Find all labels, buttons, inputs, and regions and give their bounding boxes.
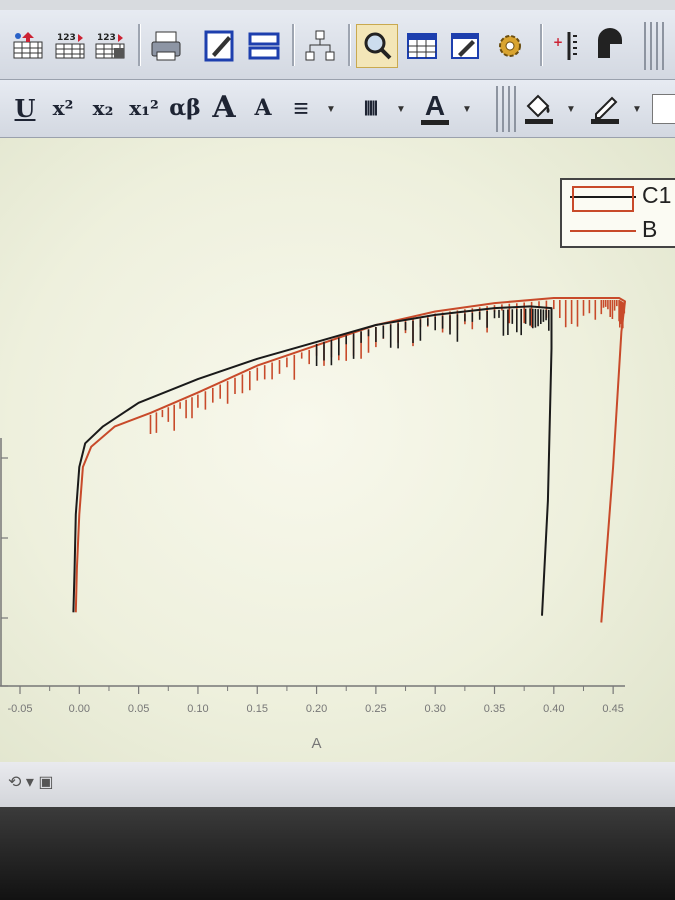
legend-label-b: B — [642, 216, 658, 242]
greek-button[interactable]: αβ — [166, 92, 204, 124]
x-tick-label: 0.45 — [602, 703, 623, 715]
legend-label-c1: C1 — [642, 182, 672, 208]
font-color-swatch — [421, 119, 449, 125]
font-size-box[interactable] — [652, 94, 675, 124]
edit-script-icon[interactable] — [200, 26, 240, 66]
toolbar-grip[interactable] — [508, 86, 516, 132]
toolbar-grip[interactable] — [496, 86, 504, 132]
format-toolbar: U x² x₂ x₁² αβ A A ≡ ▼ ||||| ▼ A ▼ ▼ ▼ — [0, 80, 675, 138]
layout-icon[interactable] — [244, 26, 284, 66]
fill-color-dropdown-icon[interactable]: ▼ — [566, 104, 576, 115]
series-noise-b — [149, 300, 626, 434]
legend-entry-b: B — [562, 214, 675, 244]
print-icon[interactable] — [146, 26, 186, 66]
pointer-tool-icon[interactable]: ⟲ ▾ ▣ — [8, 772, 53, 792]
new-object-icon[interactable] — [590, 26, 630, 66]
toolbar-separator — [138, 24, 141, 66]
import-multiple-ascii-icon[interactable]: 123 — [52, 28, 90, 64]
fill-color-icon[interactable] — [520, 88, 558, 128]
font-color-letter: A — [424, 89, 446, 121]
menu-bar — [0, 0, 675, 10]
x-tick-label: 0.35 — [484, 703, 505, 715]
series-noise-c1 — [315, 308, 550, 366]
font-color-dropdown-icon[interactable]: ▼ — [462, 104, 472, 115]
toolbar-grip[interactable] — [644, 22, 652, 70]
project-explorer-icon[interactable] — [300, 26, 340, 66]
toolbar-grip[interactable] — [656, 22, 664, 70]
graph-window[interactable]: -0.05 0.00 0.05 0.10 0.15 0.20 0.25 0.30 0.35 0.4… — [0, 138, 675, 780]
line-width-button[interactable]: ||||| — [350, 92, 390, 124]
series-line-c1[interactable] — [72, 305, 553, 616]
notes-icon[interactable] — [446, 26, 486, 66]
legend-swatch-b — [570, 230, 636, 232]
import-wizard-icon[interactable]: 123 — [92, 28, 130, 64]
svg-text:123: 123 — [57, 33, 76, 43]
line-color-dropdown-icon[interactable]: ▼ — [632, 104, 642, 115]
status-bar: ⟲ ▾ ▣ — [0, 762, 675, 807]
supersubscript-button[interactable]: x₁² — [126, 92, 162, 124]
underline-button[interactable]: U — [10, 92, 40, 124]
import-ascii-icon[interactable] — [10, 28, 48, 64]
superscript-button[interactable]: x² — [46, 92, 80, 124]
x-tick-label: -0.05 — [7, 703, 32, 715]
legend-entry-c1: C1 — [562, 182, 675, 212]
x-axis-title: A — [312, 735, 322, 752]
x-tick-label: 0.05 — [128, 703, 149, 715]
svg-text:123: 123 — [97, 33, 116, 43]
subscript-button[interactable]: x₂ — [86, 92, 120, 124]
toolbar-separator — [348, 24, 351, 66]
legend-swatch-c1-box — [572, 186, 634, 212]
x-tick-label: 0.30 — [424, 703, 445, 715]
x-tick-label: 0.40 — [543, 703, 564, 715]
align-dropdown-icon[interactable]: ▼ — [326, 104, 336, 115]
x-tick-label: 0.00 — [69, 703, 90, 715]
x-tick-label: 0.20 — [306, 703, 327, 715]
settings-gear-icon[interactable] — [490, 26, 530, 66]
x-tick-label: 0.10 — [187, 703, 208, 715]
svg-text:+: + — [553, 35, 563, 49]
font-color-button[interactable]: A — [418, 88, 452, 128]
x-tick-label: 0.15 — [247, 703, 268, 715]
toolbar-separator — [540, 24, 543, 66]
toolbar-separator — [292, 24, 295, 66]
align-button[interactable]: ≡ — [286, 92, 316, 124]
worksheet-icon[interactable] — [402, 26, 442, 66]
monitor-bezel — [0, 807, 675, 900]
standard-toolbar: 123 123 + — [0, 10, 675, 80]
legend[interactable]: C1 B — [560, 178, 675, 248]
zoom-icon[interactable] — [356, 24, 398, 68]
increase-font-button[interactable]: A — [208, 88, 240, 126]
x-tick-label: 0.25 — [365, 703, 386, 715]
line-width-dropdown-icon[interactable]: ▼ — [396, 104, 406, 115]
decrease-font-button[interactable]: A — [248, 92, 278, 124]
series-line-b[interactable] — [74, 297, 626, 623]
line-color-icon[interactable] — [586, 88, 624, 128]
add-layer-icon[interactable]: + — [548, 26, 584, 66]
